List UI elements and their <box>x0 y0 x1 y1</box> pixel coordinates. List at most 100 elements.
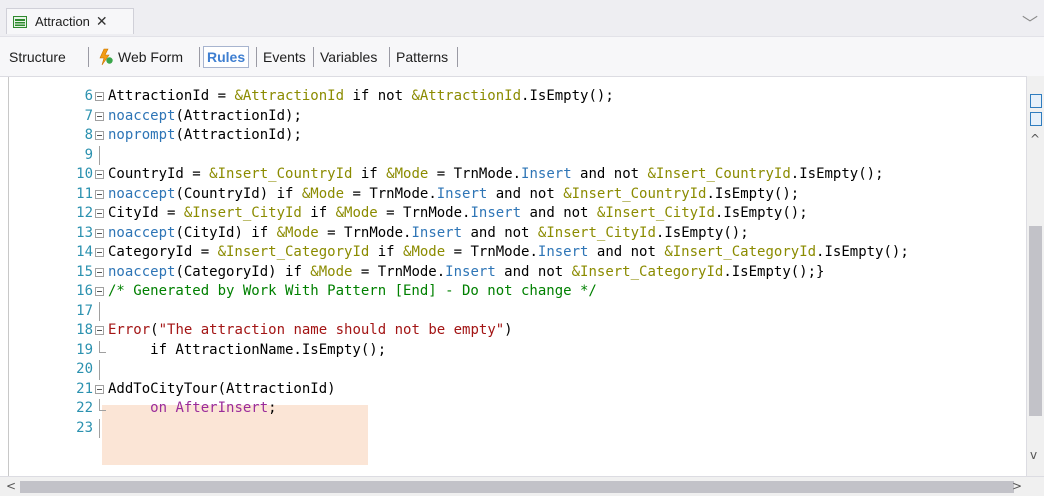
code-token: &Mode <box>310 263 353 280</box>
code-token: &Insert_CategoryId <box>664 244 817 260</box>
line-number: 18 <box>76 322 93 338</box>
split-view-icon[interactable] <box>1030 112 1042 126</box>
rules-code-editor[interactable]: 6 AttractionId = &AttractionId if not &At… <box>0 76 1044 477</box>
attraction-document-tab[interactable]: Attraction ✕ <box>6 8 134 34</box>
code-token: if <box>352 166 387 182</box>
code-token: if <box>369 244 404 260</box>
line-number: 23 <box>76 419 93 436</box>
code-token: &Mode <box>301 185 345 202</box>
vertical-scrollbar[interactable]: ^ v <box>1026 76 1044 476</box>
line-number: 21 <box>76 380 93 397</box>
code-token: if AttractionName.IsEmpty(); <box>108 341 387 358</box>
tab-separator <box>457 47 458 67</box>
collapse-fold-icon[interactable] <box>95 287 104 296</box>
code-token: Insert <box>537 244 589 260</box>
tab-separator <box>313 47 314 67</box>
code-token: noaccept <box>108 107 176 124</box>
collapse-fold-icon[interactable] <box>95 228 104 238</box>
code-token: ( <box>150 322 159 338</box>
collapse-fold-icon[interactable] <box>95 189 104 199</box>
document-tab-strip: Attraction ✕ ﹀ <box>0 0 1044 36</box>
tab-web-form-label: Web Form <box>118 49 184 65</box>
close-tab-icon[interactable]: ✕ <box>96 14 108 30</box>
code-token: CategoryId = <box>108 244 218 260</box>
code-token: (AttractionId); <box>175 107 302 124</box>
scroll-up-icon[interactable]: ^ <box>1030 132 1040 146</box>
document-outline-icon[interactable] <box>1030 94 1042 108</box>
code-token: /* Generated by Work With Pattern [End] … <box>108 283 597 299</box>
code-token: .IsEmpty(); <box>714 205 808 221</box>
scroll-left-icon[interactable]: < <box>6 479 16 493</box>
code-token: and not <box>571 166 648 182</box>
code-text: noaccept(CategoryId) if &Mode = TrnMode.… <box>108 263 824 283</box>
code-token: Error <box>108 322 151 338</box>
tab-events[interactable]: Events <box>260 46 309 68</box>
tab-structure[interactable]: Structure <box>6 46 69 68</box>
fold-guide <box>99 145 100 165</box>
code-text: noprompt(AttractionId); <box>108 126 302 146</box>
code-token: &Insert_CountryId <box>209 166 353 182</box>
web-form-icon <box>96 48 114 66</box>
code-token: Insert <box>521 166 572 182</box>
collapse-fold-icon[interactable] <box>95 326 104 335</box>
code-token: .IsEmpty(); <box>521 88 614 104</box>
vertical-scroll-thumb[interactable] <box>1029 226 1042 416</box>
code-token: and not <box>588 244 665 260</box>
collapse-fold-icon[interactable] <box>95 170 104 179</box>
horizontal-scrollbar[interactable]: < > <box>0 476 1044 496</box>
code-token: = TrnMode. <box>377 205 471 221</box>
scroll-down-icon[interactable]: v <box>1030 448 1037 462</box>
code-token: .IsEmpty(); <box>706 185 800 202</box>
code-token: and not <box>487 185 564 202</box>
code-text: Error("The attraction name should not be… <box>108 321 513 341</box>
collapse-fold-icon[interactable] <box>95 248 104 257</box>
code-token: if <box>301 205 336 221</box>
tab-separator <box>389 47 390 67</box>
scroll-right-icon[interactable]: > <box>1012 479 1022 493</box>
code-token: ) <box>504 322 513 338</box>
line-number: 15 <box>76 263 93 280</box>
line-number: 16 <box>76 283 93 299</box>
horizontal-scroll-thumb[interactable] <box>20 481 1014 493</box>
code-token: AttractionId = <box>108 88 235 104</box>
tab-overflow-chevron-icon[interactable]: ﹀ <box>1022 10 1038 34</box>
tab-patterns[interactable]: Patterns <box>393 46 451 68</box>
code-token: = TrnMode. <box>344 185 437 202</box>
code-text: noaccept(AttractionId); <box>108 107 302 127</box>
line-number: 19 <box>76 341 93 358</box>
code-token: CountryId = <box>108 166 210 182</box>
fold-guide <box>99 340 106 353</box>
line-number: 17 <box>76 302 93 319</box>
line-number: 20 <box>76 361 93 377</box>
collapse-fold-icon[interactable] <box>95 267 104 277</box>
editor-left-margin <box>0 77 9 477</box>
code-text: CategoryId = &Insert_CategoryId if &Mode… <box>108 243 909 263</box>
code-text: CityId = &Insert_CityId if &Mode = TrnMo… <box>108 204 808 224</box>
code-text: on AfterInsert; <box>108 399 276 419</box>
code-token: if not <box>344 88 412 104</box>
code-token: &Insert_CityId <box>537 224 656 241</box>
code-token: &Insert_CountryId <box>647 166 791 182</box>
line-number: 6 <box>84 88 93 104</box>
code-token: .IsEmpty(); <box>655 224 749 241</box>
code-token: AddToCityTour(AttractionId) <box>108 380 336 397</box>
collapse-fold-icon[interactable] <box>95 92 104 101</box>
line-number: 7 <box>84 107 93 124</box>
line-number: 8 <box>84 127 93 143</box>
collapse-fold-icon[interactable] <box>95 209 104 218</box>
collapse-fold-icon[interactable] <box>95 384 104 394</box>
collapse-fold-icon[interactable] <box>95 131 104 140</box>
tab-web-form[interactable]: Web Form <box>96 46 186 68</box>
line-number: 22 <box>76 400 93 416</box>
code-token: &Mode <box>403 244 446 260</box>
code-token: (CityId) if <box>175 224 277 241</box>
code-text: CountryId = &Insert_CountryId if &Mode =… <box>108 165 884 185</box>
code-token: &Insert_CategoryId <box>217 244 370 260</box>
collapse-fold-icon[interactable] <box>95 111 104 121</box>
code-token: noaccept <box>108 224 176 241</box>
tab-rules[interactable]: Rules <box>203 46 250 68</box>
tab-variables[interactable]: Variables <box>317 46 380 68</box>
tab-separator <box>199 47 200 67</box>
code-token: (AttractionId); <box>175 127 302 143</box>
